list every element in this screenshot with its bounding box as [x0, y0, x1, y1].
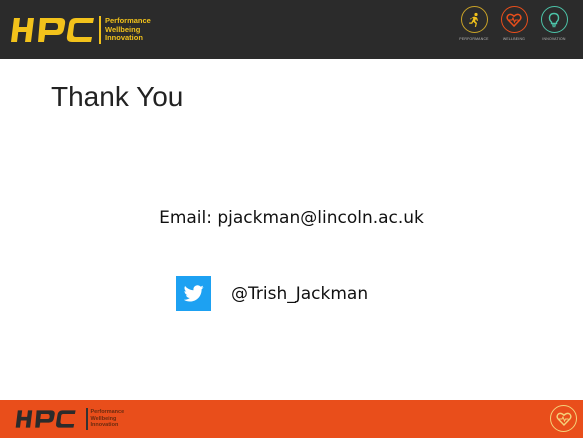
footer-word-innovation: Innovation	[90, 422, 119, 429]
email-contact[interactable]: Email: pjackman@lincoln.ac.uk	[0, 208, 583, 228]
twitter-icon	[176, 276, 211, 311]
performance-badge: PERFORMANCE	[457, 6, 491, 41]
heart-icon	[550, 405, 577, 432]
footer-logo-mark	[15, 410, 76, 428]
innovation-label: INNOVATION	[542, 37, 566, 41]
twitter-contact[interactable]: @Trish_Jackman	[176, 276, 368, 311]
heart-icon	[500, 6, 528, 33]
slide-title: Thank You	[51, 81, 184, 112]
footer-logo-tagline: Performance Wellbeing Innovation	[91, 409, 125, 429]
performance-label: PERFORMANCE	[459, 37, 489, 41]
hpc-logo: Performance Wellbeing Innovation	[10, 12, 151, 48]
footer-banner: Performance Wellbeing Innovation	[0, 400, 583, 438]
wellbeing-label: WELLBEING	[502, 37, 526, 41]
slide: Performance Wellbeing Innovation PERFORM…	[0, 0, 583, 438]
logo-tagline: Performance Wellbeing Innovation	[105, 17, 151, 43]
hpc-logo-mark	[11, 18, 94, 42]
wellbeing-badge: WELLBEING	[497, 6, 531, 41]
logo-word-innovation: Innovation	[105, 33, 143, 43]
footer-logo-divider	[86, 408, 88, 430]
twitter-handle: @Trish_Jackman	[231, 283, 369, 304]
header-icons: PERFORMANCE WELLBEING INNOVATION	[457, 6, 571, 41]
header-banner: Performance Wellbeing Innovation PERFORM…	[0, 0, 583, 59]
lightbulb-icon	[540, 6, 568, 33]
innovation-badge: INNOVATION	[537, 6, 571, 41]
footer-hpc-logo: Performance Wellbeing Innovation	[8, 406, 124, 432]
logo-divider	[99, 16, 101, 44]
running-person-icon	[460, 6, 488, 33]
